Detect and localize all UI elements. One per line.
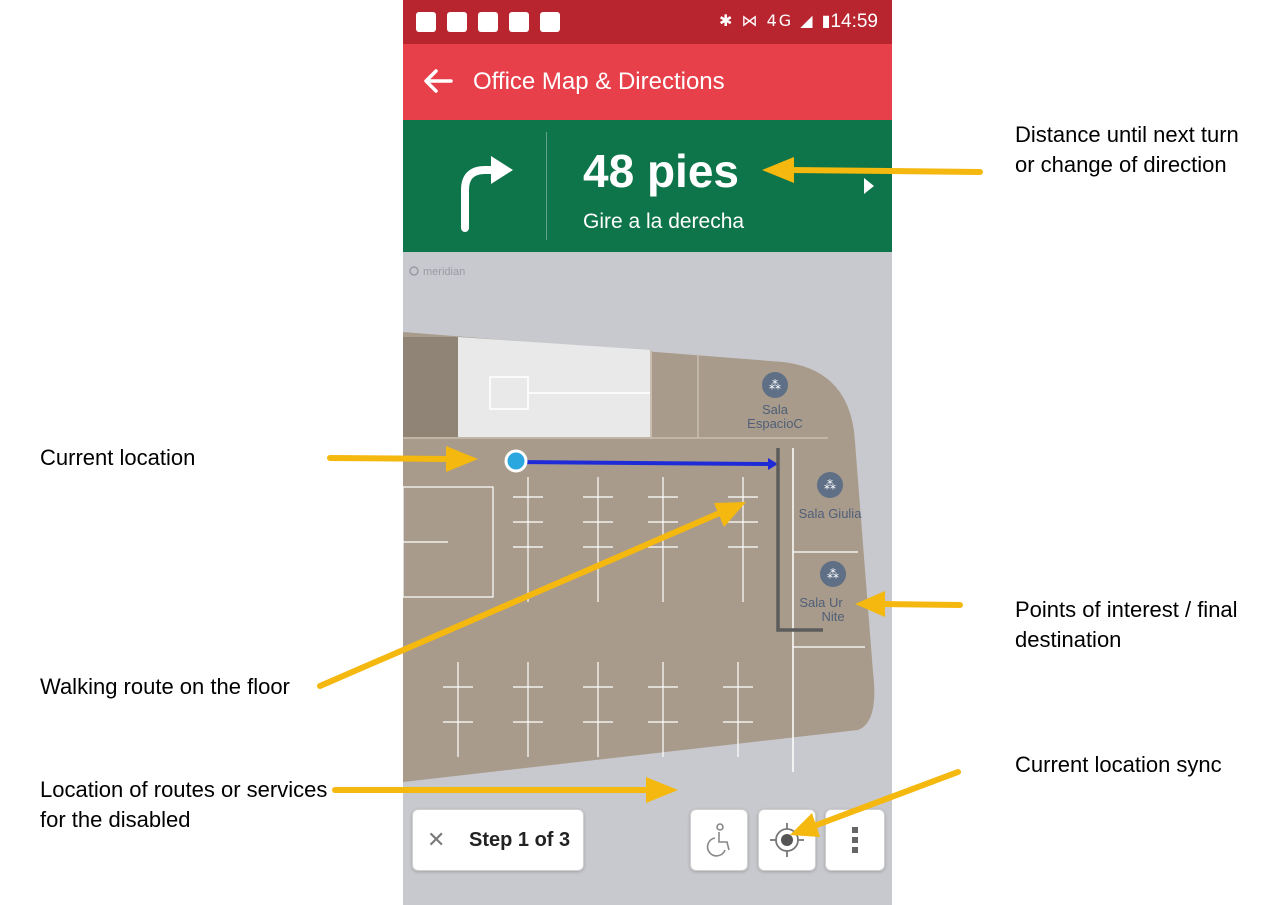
room-label: Sala Giulia [799, 506, 863, 521]
current-location-dot [504, 449, 528, 473]
page-title: Office Map & Directions [473, 68, 725, 95]
annotation-walking-route: Walking route on the floor [40, 674, 290, 699]
calendar-icon [540, 12, 560, 32]
gallery-notification-icon [478, 12, 498, 32]
annotation-distance: Distance until next turn or change of di… [1015, 122, 1239, 177]
svg-text:⁂: ⁂ [827, 567, 839, 581]
calendar-notification-icon [416, 12, 436, 32]
status-bar: ✱ ⋈ 4G ◢ ▮ 14:59 [403, 0, 892, 44]
svg-text:⁂: ⁂ [824, 478, 836, 492]
mail-notification-icon [509, 12, 529, 32]
banner-divider [546, 132, 547, 240]
step-label: Step 1 of 3 [469, 829, 571, 851]
annotation-points-of-interest: Points of interest / final destination [1015, 597, 1238, 652]
annotation-disabled-routes: Location of routes or services for the d… [40, 777, 328, 832]
close-icon[interactable]: ✕ [427, 828, 445, 853]
annotation-location-sync: Current location sync [1015, 752, 1222, 777]
step-indicator-button[interactable]: ✕ Step 1 of 3 [412, 809, 584, 871]
wheelchair-icon [706, 823, 730, 857]
turn-instruction: Gire a la derecha [583, 210, 745, 233]
status-icons: ✱ ⋈ 4G ◢ ▮ [719, 11, 833, 30]
locate-icon [770, 823, 804, 857]
map-controls: ✕ Step 1 of 3 [403, 800, 892, 905]
light-room [458, 337, 651, 437]
locate-button[interactable] [758, 809, 816, 871]
next-step-arrow-icon[interactable] [864, 178, 874, 194]
more-vert-icon [852, 827, 858, 853]
annotation-current-location: Current location [40, 445, 196, 470]
room-label: Nite [821, 609, 844, 624]
room-label: EspacioC [747, 416, 803, 431]
app-bar: Office Map & Directions [403, 44, 892, 120]
turn-right-icon [461, 156, 513, 232]
meridian-watermark: meridian [423, 266, 465, 278]
youtube-notification-icon [447, 12, 467, 32]
status-time: 14:59 [830, 11, 878, 32]
room-label: Sala Ur [799, 595, 843, 610]
room-label: Sala [762, 402, 789, 417]
dark-room [403, 337, 458, 437]
phone-screen: ✱ ⋈ 4G ◢ ▮ 14:59 Office Map & Directions… [403, 0, 892, 905]
distance-to-turn: 48 pies [583, 145, 739, 197]
route-segment-active [515, 460, 769, 466]
back-arrow-icon[interactable] [421, 64, 455, 98]
more-options-button[interactable] [825, 809, 885, 871]
navigation-banner[interactable]: 48 pies Gire a la derecha [403, 120, 892, 252]
accessibility-button[interactable] [690, 809, 748, 871]
svg-text:⁂: ⁂ [769, 378, 781, 392]
